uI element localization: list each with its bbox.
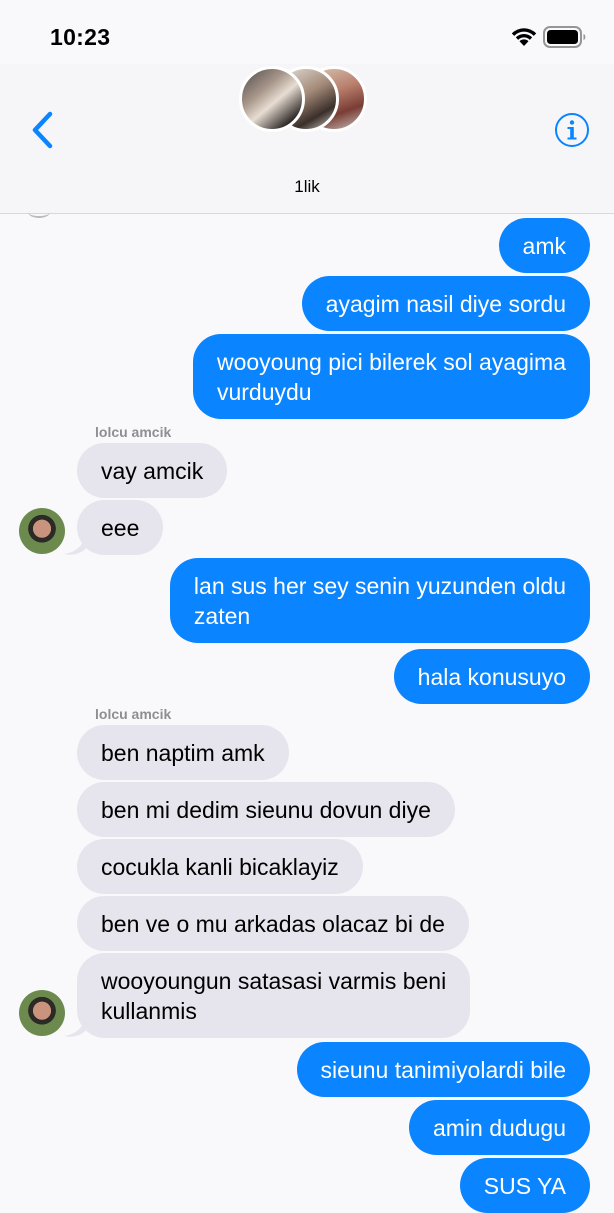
message-bubble-outgoing[interactable]: sieunu tanimiyolardi bile <box>296 1042 590 1097</box>
message-bubble-outgoing[interactable]: lan sus her sey senin yuzunden oldu zate… <box>169 558 590 643</box>
message-bubble-outgoing[interactable]: amk <box>498 218 590 273</box>
group-avatar-3 <box>239 66 305 132</box>
group-name[interactable]: 1lik <box>0 177 614 197</box>
sender-name: lolcu amcik <box>95 424 172 440</box>
conversation-header: 1lik <box>0 64 614 214</box>
message-bubble-incoming[interactable]: wooyoungun satasasi varmis beni kullanmi… <box>77 953 471 1038</box>
message-bubble-incoming[interactable]: eee <box>77 500 164 555</box>
bubble-tail <box>64 532 88 555</box>
group-avatars[interactable] <box>239 66 369 132</box>
message-bubble-incoming[interactable]: ben naptim amk <box>77 725 289 780</box>
message-bubble-outgoing[interactable]: wooyoung pici bilerek sol ayagima vurduy… <box>192 334 590 419</box>
message-bubble-outgoing[interactable]: SUS YA <box>459 1158 590 1213</box>
cropped-avatar-edge <box>28 206 50 218</box>
message-thread[interactable]: amk ayagim nasil diye sordu wooyoung pic… <box>0 214 614 1213</box>
sender-name: lolcu amcik <box>95 706 172 722</box>
message-bubble-incoming[interactable]: cocukla kanli bicaklayiz <box>77 839 363 894</box>
message-bubble-incoming[interactable]: ben mi dedim sieunu dovun diye <box>77 782 455 837</box>
message-bubble-outgoing[interactable]: hala konusuyo <box>393 649 590 704</box>
info-icon[interactable] <box>554 112 590 148</box>
message-bubble-incoming[interactable]: vay amcik <box>77 443 228 498</box>
wifi-icon <box>511 28 537 46</box>
bubble-tail <box>64 1014 88 1037</box>
message-bubble-outgoing[interactable]: amin dudugu <box>409 1100 590 1155</box>
message-bubble-outgoing[interactable]: ayagim nasil diye sordu <box>301 276 590 331</box>
avatar[interactable] <box>19 990 65 1036</box>
status-bar: 10:23 <box>0 0 614 70</box>
message-bubble-incoming[interactable]: ben ve o mu arkadas olacaz bi de <box>77 896 469 951</box>
avatar[interactable] <box>19 508 65 554</box>
status-time: 10:23 <box>50 24 111 50</box>
battery-icon <box>543 26 586 48</box>
chevron-left-icon[interactable] <box>28 110 58 150</box>
